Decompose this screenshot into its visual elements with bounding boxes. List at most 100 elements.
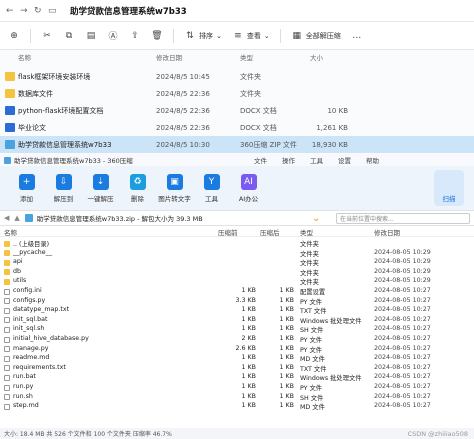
row-type: SH 文件 [300,327,324,335]
row-name: init_sql.sh [13,325,45,333]
column-name[interactable]: 名称 [18,52,31,62]
document-icon [5,123,15,132]
row-date: 2024/8/5 10:30 [156,140,210,149]
column-packed[interactable]: 压缩后 [260,227,280,237]
file-icon [4,374,10,381]
row-packed: 1 KB [279,335,294,342]
zip-tool-5[interactable]: Y 工具 [193,173,230,203]
zip-row[interactable]: step.md 1 KB 1 KB MD 文件 2024-08-05 10:27 [0,402,474,412]
explorer-row[interactable]: 毕业论文 2024/8/5 22:36 DOCX 文档 1,261 KB [0,119,474,136]
zip-tool-4[interactable]: ▣ 图片转文字 [156,173,193,203]
back-icon[interactable]: ◀ [4,214,9,222]
row-compressed: 1 KB [241,392,256,400]
view-label: 查看 [246,31,261,40]
view-icon: ≡ [234,30,242,41]
zip-tool-2[interactable]: ⇣ 一键解压 [82,173,119,203]
forward-icon[interactable]: → [20,6,34,16]
extract-icon: ⇩ [55,173,72,190]
sort-button[interactable]: ⇅ 排序 ⌄ [184,30,222,42]
column-date[interactable]: 修改日期 [156,52,182,62]
column-size[interactable]: 大小 [310,52,323,62]
row-name: .. (上级目录) [13,241,50,248]
refresh-icon[interactable]: ↻ [34,6,48,16]
explorer-row[interactable]: 助学贷款信息管理系统w7b33 2024/8/5 10:30 360压缩 ZIP 文… [0,136,474,153]
menu-tools[interactable]: 工具 [310,155,323,165]
up-icon[interactable]: ▲ [14,214,19,222]
row-name: __pycache__ [13,248,52,256]
row-packed: 1 KB [279,296,294,304]
column-name[interactable]: 名称 [4,227,17,237]
tools-icon: Y [203,173,220,190]
zip-row[interactable]: utils 文件夹 2024-08-05 10:29 [0,277,474,287]
column-type[interactable]: 类型 [300,227,313,237]
share-button[interactable]: ⇪ [129,30,141,42]
zip-row[interactable]: .. (上级目录) 文件夹 [0,239,474,249]
folder-icon [4,278,10,285]
zip-row[interactable]: readme.md 1 KB 1 KB MD 文件 2024-08-05 10:27 [0,354,474,364]
zip-row[interactable]: api 文件夹 2024-08-05 10:29 [0,258,474,268]
zip-tool-1[interactable]: ⇩ 解压到 [45,173,82,203]
zip-row[interactable]: run.bat 1 KB 1 KB Windows 批处理文件 2024-08-05 1… [0,373,474,383]
row-name: api [13,258,23,266]
zip-row[interactable]: run.py 1 KB 1 KB PY 文件 2024-08-05 10:27 [0,383,474,393]
row-type: PY 文件 [300,298,323,306]
folder-icon [4,250,10,257]
row-name: flask框架环境安装环境 [18,72,91,81]
zip-tool-3[interactable]: ♻ 删除 [119,173,156,203]
delete-button[interactable]: 🗑 [151,30,163,42]
new-button[interactable]: ⊕ [8,30,20,42]
explorer-row[interactable]: python-flask环境配置文档 2024/8/5 22:36 DOCX 文档 1… [0,102,474,119]
menu-file[interactable]: 文件 [254,155,267,165]
zip-row[interactable]: __pycache__ 文件夹 2024-08-05 10:29 [0,249,474,259]
zip-row[interactable]: db 文件夹 2024-08-05 10:29 [0,268,474,278]
row-modified: 2024-08-05 10:27 [374,344,431,352]
cut-button[interactable]: ✂ [41,30,53,42]
zip-search-input[interactable]: 在当前位置中搜索... [336,213,470,224]
menu-operate[interactable]: 操作 [282,155,295,165]
column-compressed[interactable]: 压缩前 [218,227,238,237]
zip-tool-0[interactable]: + 添加 [8,173,45,203]
copy-button[interactable]: ⧉ [63,30,75,42]
zip-tool-6[interactable]: AI AI办公 [230,173,267,203]
zip-row[interactable]: initial_hive_database.py 2 KB 1 KB PY 文件 202… [0,335,474,345]
row-modified: 2024-08-05 10:27 [374,325,431,333]
chevron-down-icon: ⌄ [263,31,270,40]
share-icon: ⇪ [131,30,139,41]
row-modified: 2024-08-05 10:27 [374,373,431,381]
column-modified[interactable]: 修改日期 [374,227,400,237]
paste-button[interactable]: ▤ [85,30,97,42]
row-type: 文件夹 [240,72,261,81]
column-type[interactable]: 类型 [240,52,253,62]
menu-settings[interactable]: 设置 [338,155,351,165]
back-icon[interactable]: ← [6,6,20,16]
folder-icon [5,72,15,81]
more-button[interactable]: … [351,30,363,42]
explorer-row[interactable]: flask框架环境安装环境 2024/8/5 10:45 文件夹 [0,68,474,85]
scan-button[interactable]: 扫描 [434,170,464,206]
folder-icon [4,259,10,266]
dropdown-chevron-icon[interactable]: ⌄ [312,213,324,225]
zip-row[interactable]: init_sql.bat 1 KB 1 KB Windows 批处理文件 2024-08… [0,316,474,326]
zip-tool-label: 图片转文字 [158,194,191,203]
zip-row[interactable]: run.sh 1 KB 1 KB SH 文件 2024-08-05 10:27 [0,393,474,403]
zip-row[interactable]: init_sql.sh 1 KB 1 KB SH 文件 2024-08-05 10:27 [0,325,474,335]
chevron-down-icon: ⌄ [216,31,222,40]
toolbar-divider [279,28,281,43]
extract-all-button[interactable]: ▦ 全部解压缩 [291,30,340,42]
menu-help[interactable]: 帮助 [366,155,379,165]
row-compressed: 1 KB [241,373,256,381]
row-modified: 2024-08-05 10:29 [374,258,431,266]
zip-row[interactable]: datatype_map.txt 1 KB 1 KB TXT 文件 2024-08-05… [0,306,474,316]
row-type: 文件夹 [300,260,319,268]
file-icon [4,384,10,391]
view-button[interactable]: ≡ 查看 ⌄ [232,30,270,42]
row-name: db [13,267,21,275]
explorer-row[interactable]: 数据库文件 2024/8/5 22:36 文件夹 [0,85,474,102]
zip-row[interactable]: manage.py 2.6 KB 1 KB PY 文件 2024-08-05 10:27 [0,345,474,355]
zip-row[interactable]: requirements.txt 1 KB 1 KB TXT 文件 2024-08-05… [0,364,474,374]
zip-row[interactable]: configs.py 3.3 KB 1 KB PY 文件 2024-08-05 10:2… [0,297,474,307]
new-icon: ⊕ [10,30,18,41]
rename-button[interactable]: Ⓐ [107,30,119,42]
row-name: datatype_map.txt [13,306,70,314]
zip-row[interactable]: config.ini 1 KB 1 KB 配置设置 2024-08-05 10:27 [0,287,474,297]
